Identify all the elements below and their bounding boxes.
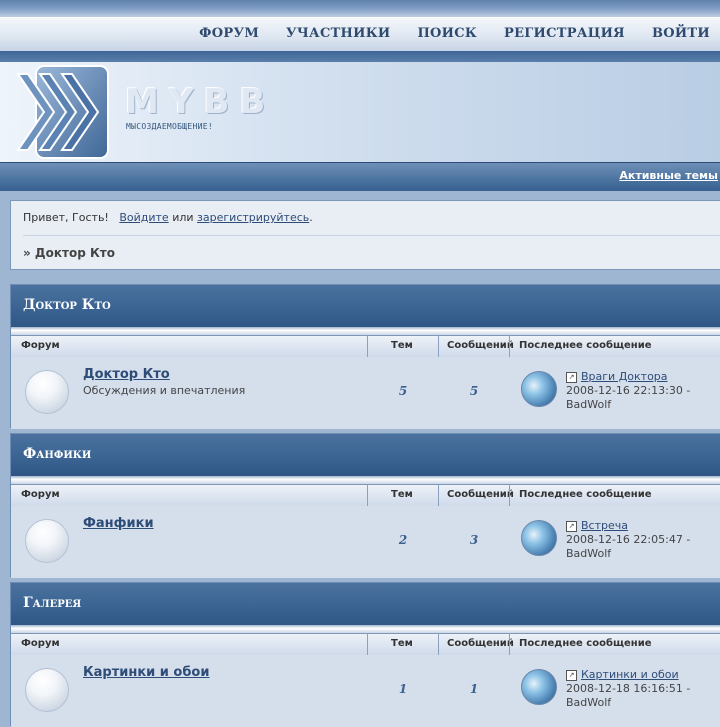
posts-count: 5	[469, 384, 479, 398]
col-forum: Форум	[21, 489, 60, 500]
topics-count: 2	[398, 533, 408, 547]
topics-count: 5	[398, 384, 408, 398]
active-topics-bar: Активные темы	[0, 162, 720, 191]
col-posts: Сообщений	[447, 489, 514, 500]
column-header: Форум Тем Сообщений Последнее сообщение	[11, 633, 720, 656]
category-fanfics: Фанфики Форум Тем Сообщений Последнее со…	[10, 433, 720, 578]
forum-row: Фанфики 2 3 ↗ Встреча 2008-12-16 22:05:47…	[11, 506, 720, 578]
col-posts: Сообщений	[447, 340, 514, 351]
logo-chevrons-icon[interactable]	[14, 64, 110, 160]
posts-count: 1	[469, 682, 479, 696]
welcome-panel: Привет, Гость! Войдите или зарегистрируй…	[10, 200, 720, 270]
last-post-date: 2008-12-16 22:13:30 -	[566, 384, 691, 397]
last-post-link[interactable]: Встреча	[581, 519, 628, 532]
panel-divider	[23, 235, 720, 236]
forum-link[interactable]: Фанфики	[83, 516, 154, 531]
register-link[interactable]: зарегистрируйтесь	[197, 211, 309, 224]
header-gloss	[11, 625, 720, 633]
header-gloss	[11, 476, 720, 484]
category-title: Галерея	[23, 595, 82, 611]
last-post-info: ↗ Картинки и обои 2008-12-18 16:16:51 - B…	[566, 668, 690, 710]
logo-text: MYBB	[125, 82, 276, 122]
logo-slogan: МЫСОЗДАЕМОБЩЕНИЕ!	[126, 122, 213, 131]
col-last-post: Последнее сообщение	[519, 340, 652, 351]
forum-link[interactable]: Картинки и обои	[83, 665, 209, 680]
period-text: .	[309, 211, 313, 224]
col-forum: Форум	[21, 638, 60, 649]
greeting-text: Привет, Гость!	[23, 211, 109, 224]
post-icon: ↗	[566, 371, 577, 383]
col-posts: Сообщений	[447, 638, 514, 649]
forum-row: Картинки и обои 1 1 ↗ Картинки и обои 200…	[11, 655, 720, 727]
forum-status-icon	[25, 370, 69, 414]
col-topics: Тем	[391, 638, 413, 649]
last-post-user: BadWolf	[566, 398, 612, 411]
nav-login-link[interactable]: ВОЙТИ	[652, 26, 710, 41]
nav-menu: ФОРУМ УЧАСТНИКИ ПОИСК РЕГИСТРАЦИЯ ВОЙТИ	[199, 26, 710, 41]
site-header: MYBB МЫСОЗДАЕМОБЩЕНИЕ!	[0, 62, 720, 162]
forum-status-icon	[25, 668, 69, 712]
column-header: Форум Тем Сообщений Последнее сообщение	[11, 484, 720, 507]
category-header: Доктор Кто	[11, 285, 720, 327]
col-topics: Тем	[391, 489, 413, 500]
post-icon: ↗	[566, 669, 577, 681]
forum-link[interactable]: Доктор Кто	[83, 367, 170, 382]
breadcrumb: » Доктор Кто	[23, 246, 115, 260]
forum-status-icon	[25, 519, 69, 563]
nav-underline	[0, 51, 720, 62]
col-topics: Тем	[391, 340, 413, 351]
login-link[interactable]: Войдите	[119, 211, 168, 224]
user-avatar-icon[interactable]	[521, 520, 557, 556]
last-post-info: ↗ Встреча 2008-12-16 22:05:47 - BadWolf	[566, 519, 690, 561]
col-last-post: Последнее сообщение	[519, 638, 652, 649]
category-header: Фанфики	[11, 434, 720, 476]
welcome-line: Привет, Гость! Войдите или зарегистрируй…	[23, 211, 313, 224]
active-topics-link[interactable]: Активные темы	[619, 169, 718, 182]
posts-count: 3	[469, 533, 479, 547]
category-doctor-who: Доктор Кто Форум Тем Сообщений Последнее…	[10, 284, 720, 429]
last-post-date: 2008-12-16 22:05:47 -	[566, 533, 691, 546]
last-post-link[interactable]: Картинки и обои	[581, 668, 679, 681]
user-avatar-icon[interactable]	[521, 371, 557, 407]
top-navigation: ФОРУМ УЧАСТНИКИ ПОИСК РЕГИСТРАЦИЯ ВОЙТИ	[0, 0, 720, 62]
last-post-date: 2008-12-18 16:16:51 -	[566, 682, 691, 695]
column-header: Форум Тем Сообщений Последнее сообщение	[11, 335, 720, 358]
last-post-link[interactable]: Враги Доктора	[581, 370, 668, 383]
forum-row: Доктор Кто Обсуждения и впечатления 5 5 …	[11, 357, 720, 429]
last-post-user: BadWolf	[566, 696, 612, 709]
category-gallery: Галерея Форум Тем Сообщений Последнее со…	[10, 582, 720, 727]
last-post-user: BadWolf	[566, 547, 612, 560]
category-title: Доктор Кто	[23, 297, 111, 313]
nav-register-link[interactable]: РЕГИСТРАЦИЯ	[504, 26, 625, 41]
nav-members-link[interactable]: УЧАСТНИКИ	[286, 26, 390, 41]
last-post-info: ↗ Враги Доктора 2008-12-16 22:13:30 - Bad…	[566, 370, 690, 412]
col-last-post: Последнее сообщение	[519, 489, 652, 500]
col-forum: Форум	[21, 340, 60, 351]
nav-search-link[interactable]: ПОИСК	[417, 26, 477, 41]
category-title: Фанфики	[23, 446, 92, 462]
post-icon: ↗	[566, 520, 577, 532]
nav-forum-link[interactable]: ФОРУМ	[199, 26, 259, 41]
header-gloss	[11, 327, 720, 335]
user-avatar-icon[interactable]	[521, 669, 557, 705]
category-header: Галерея	[11, 583, 720, 625]
forum-description: Обсуждения и впечатления	[83, 384, 246, 397]
topics-count: 1	[398, 682, 408, 696]
or-text: или	[172, 211, 194, 224]
